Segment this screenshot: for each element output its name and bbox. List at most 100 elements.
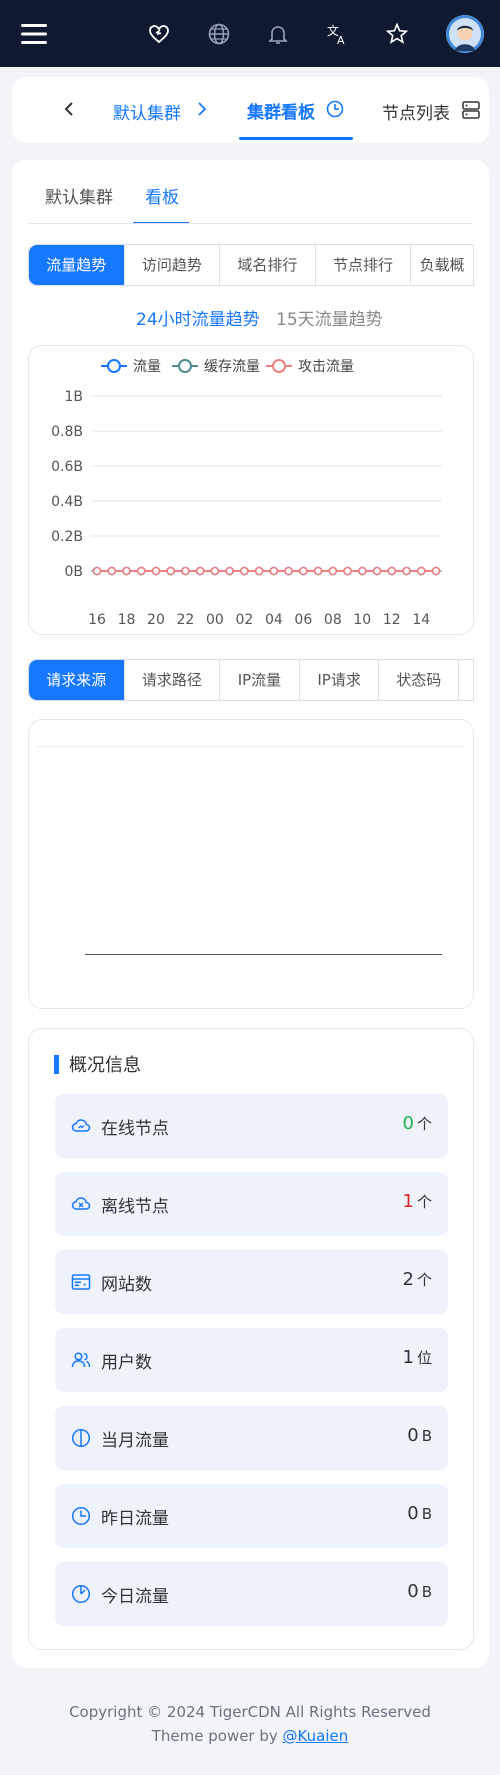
y-tick-label: 1B [64,389,83,405]
yesterday-traffic-label: 昨日流量 [101,1509,169,1529]
legend-marker [178,359,192,373]
chevron-right-icon [193,100,211,118]
website-icon: * [71,1272,91,1292]
series-point-2 [328,566,338,576]
x-tick-label: 20 [147,612,165,628]
menu-icon[interactable] [16,16,52,52]
tab-domain-ranking[interactable]: 域名排行 [220,245,316,285]
info-row-users[interactable]: 用户数 1位 [55,1328,448,1392]
series-point-2 [92,566,102,576]
main-card: 默认集群 看板 流量趋势 访问趋势 域名排行 节点排行 负载概 24小时流量趋势… [12,160,489,1668]
info-row-online-nodes[interactable]: 在线节点 0个 [55,1094,448,1158]
tab-ip-requests[interactable]: IP请求 [300,660,380,700]
star-icon[interactable] [379,16,415,52]
tabs-divider [28,223,473,224]
tab-visit-trend[interactable]: 访问趋势 [125,245,221,285]
series-point-2 [166,566,175,576]
request-chart-gridline [37,746,465,747]
info-row-month-traffic[interactable]: 当月流量 0B [55,1406,448,1470]
tab-dashboard[interactable]: 看板 [145,183,179,208]
info-row-today-traffic[interactable]: 今日流量 0B [55,1562,448,1626]
x-tick-label: 14 [412,612,430,628]
series-point-2 [402,566,411,576]
heart-icon[interactable] [141,16,177,52]
yesterday-traffic-value: 0B [407,1503,432,1524]
half-circle-icon [71,1428,91,1448]
breadcrumb-item-cluster[interactable]: 默认集群 [113,99,181,124]
today-traffic-value: 0B [407,1581,432,1602]
series-point-2 [225,566,234,576]
series-point-2 [343,566,352,576]
websites-value: 2个 [402,1269,432,1290]
series-point-2 [387,566,397,576]
tab-node-ranking[interactable]: 节点排行 [316,245,412,285]
series-point-2 [284,566,293,576]
tab-request-path[interactable]: 请求路径 [125,660,221,700]
series-point-2 [269,566,279,576]
cloud-off-icon [71,1194,91,1214]
info-row-websites[interactable]: * 网站数 2个 [55,1250,448,1314]
users-icon [71,1350,91,1370]
today-traffic-label: 今日流量 [101,1587,169,1607]
breadcrumb-item-nodes[interactable]: 节点列表 [382,99,450,124]
top-navbar: 文A [0,0,500,67]
series-point-2 [122,566,131,576]
clock-icon [326,100,344,118]
footer-copyright: Copyright © 2024 TigerCDN All Rights Res… [69,1703,431,1721]
y-tick-label: 0.6B [51,459,83,475]
info-row-offline-nodes[interactable]: 离线节点 1个 [55,1172,448,1236]
tab-more[interactable] [459,660,473,700]
clock-icon [71,1506,91,1526]
breadcrumb: 默认集群 集群看板 节点列表 [12,77,489,143]
x-tick-label: 10 [353,612,371,628]
request-tabs: 请求来源 请求路径 IP流量 IP请求 状态码 [28,659,474,701]
period-15d[interactable]: 15天流量趋势 [276,305,383,330]
offline-nodes-label: 离线节点 [101,1197,169,1217]
month-traffic-label: 当月流量 [101,1431,169,1451]
active-breadcrumb-underline [239,137,353,140]
period-24h[interactable]: 24小时流量趋势 [136,305,260,330]
tab-load-overview[interactable]: 负载概 [411,245,473,285]
x-tick-label: 04 [265,612,283,628]
overview-title: 概况信息 [54,1051,141,1077]
legend-marker [107,359,121,373]
chart-tabs: 流量趋势 访问趋势 域名排行 节点排行 负载概 [28,244,474,286]
cloud-icon [71,1116,91,1136]
legend-label: 流量 [133,359,161,375]
avatar[interactable] [446,15,484,53]
traffic-chart-svg: 流量 缓存流量 攻击流量 1B 0.8B 0.6B 0.4B 0.2B 0B 16 18 20 22 00… [51,359,442,628]
x-tick-label: 08 [324,612,342,628]
series-point-2 [107,566,117,576]
svg-text:A: A [337,34,345,46]
tab-default-cluster[interactable]: 默认集群 [45,183,113,208]
request-chart [28,719,474,1009]
breadcrumb-item-dashboard[interactable]: 集群看板 [247,98,315,123]
globe-icon[interactable] [201,16,237,52]
footer-theme: Theme power by @Kuaien [0,1727,500,1745]
x-tick-label: 06 [294,612,312,628]
tab-ip-traffic[interactable]: IP流量 [220,660,300,700]
x-tick-label: 16 [88,612,106,628]
translate-icon[interactable]: 文A [320,16,356,52]
back-chevron-icon[interactable] [60,99,80,119]
today-icon [71,1584,91,1604]
offline-nodes-value: 1个 [402,1191,432,1212]
series-point-2 [181,566,190,576]
series-point-2 [299,566,308,576]
x-tick-label: 22 [177,612,195,628]
online-nodes-value: 0个 [402,1113,432,1134]
x-tick-label: 00 [206,612,224,628]
footer-theme-link[interactable]: @Kuaien [283,1727,349,1745]
online-nodes-label: 在线节点 [101,1119,169,1139]
series-point-2 [358,566,367,576]
server-icon [461,100,481,120]
tab-traffic-trend[interactable]: 流量趋势 [29,245,125,285]
series-point-2 [151,566,161,576]
series-point-2 [240,566,249,576]
tab-status-code[interactable]: 状态码 [379,660,460,700]
info-row-yesterday-traffic[interactable]: 昨日流量 0B [55,1484,448,1548]
y-tick-label: 0.8B [51,424,83,440]
legend-marker [272,359,286,373]
tab-request-source[interactable]: 请求来源 [29,660,125,700]
bell-icon[interactable] [260,16,296,52]
